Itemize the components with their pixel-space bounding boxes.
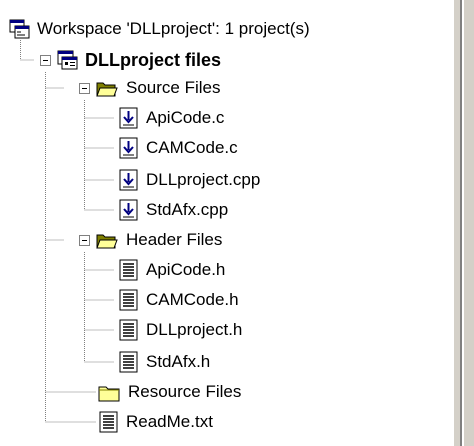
folder-open-icon	[96, 82, 118, 97]
folder-icon	[98, 386, 120, 402]
tree-item-label: ApiCode.h	[146, 260, 226, 279]
tree-item-header-file[interactable]: ApiCode.h	[118, 258, 225, 282]
header-files-collapse-toggle[interactable]	[79, 235, 90, 246]
tree-item-label: Source Files	[126, 78, 221, 97]
tree-item-label: StdAfx.cpp	[146, 200, 229, 219]
tree-item-label: DLLproject files	[85, 50, 222, 70]
tree-item-source-file[interactable]: StdAfx.cpp	[118, 198, 228, 222]
source-file-icon	[119, 169, 138, 191]
tree-item-workspace[interactable]: Workspace 'DLLproject': 1 project(s)	[9, 17, 310, 41]
workspace-icon	[9, 19, 30, 39]
tree-item-label: Header Files	[126, 230, 223, 249]
tree-item-label: StdAfx.h	[146, 352, 211, 371]
tree-item-project[interactable]: DLLproject files	[57, 48, 221, 72]
tree-item-label: CAMCode.h	[146, 290, 239, 309]
tree-item-header-file[interactable]: CAMCode.h	[118, 288, 239, 312]
folder-open-icon	[96, 234, 118, 249]
source-files-collapse-toggle[interactable]	[79, 83, 90, 94]
text-file-icon	[119, 259, 138, 281]
text-file-icon	[119, 351, 138, 373]
tree-item-label: DLLproject.h	[146, 320, 243, 339]
tree-item-header-file[interactable]: StdAfx.h	[118, 350, 210, 374]
panel-border-highlight	[452, 0, 454, 446]
tree-item-header-files[interactable]: Header Files	[94, 228, 222, 252]
panel-border-edge	[462, 0, 464, 446]
tree-item-source-file[interactable]: DLLproject.cpp	[118, 168, 260, 192]
text-file-icon	[119, 319, 138, 341]
text-file-icon	[119, 289, 138, 311]
source-file-icon	[119, 137, 138, 159]
tree-item-label: Resource Files	[128, 382, 242, 401]
tree-item-source-file[interactable]: ApiCode.c	[118, 106, 224, 130]
tree-item-header-file[interactable]: DLLproject.h	[118, 318, 242, 342]
tree-item-label: Workspace 'DLLproject': 1 project(s)	[37, 19, 310, 38]
project-icon	[57, 50, 78, 70]
source-file-icon	[119, 199, 138, 221]
tree-item-label: ApiCode.c	[146, 108, 225, 127]
tree-item-resource-files[interactable]: Resource Files	[96, 380, 241, 404]
text-file-icon	[99, 411, 118, 433]
tree-item-label: ReadMe.txt	[126, 412, 213, 431]
tree-item-label: CAMCode.c	[146, 138, 238, 157]
tree-item-label: DLLproject.cpp	[146, 170, 261, 189]
file-view-tree[interactable]: Workspace 'DLLproject': 1 project(s) DLL…	[0, 0, 453, 446]
tree-item-readme[interactable]: ReadMe.txt	[98, 410, 213, 434]
tree-item-source-file[interactable]: CAMCode.c	[118, 136, 238, 160]
tree-item-source-files[interactable]: Source Files	[94, 76, 220, 100]
source-file-icon	[119, 107, 138, 129]
project-collapse-toggle[interactable]	[40, 55, 51, 66]
